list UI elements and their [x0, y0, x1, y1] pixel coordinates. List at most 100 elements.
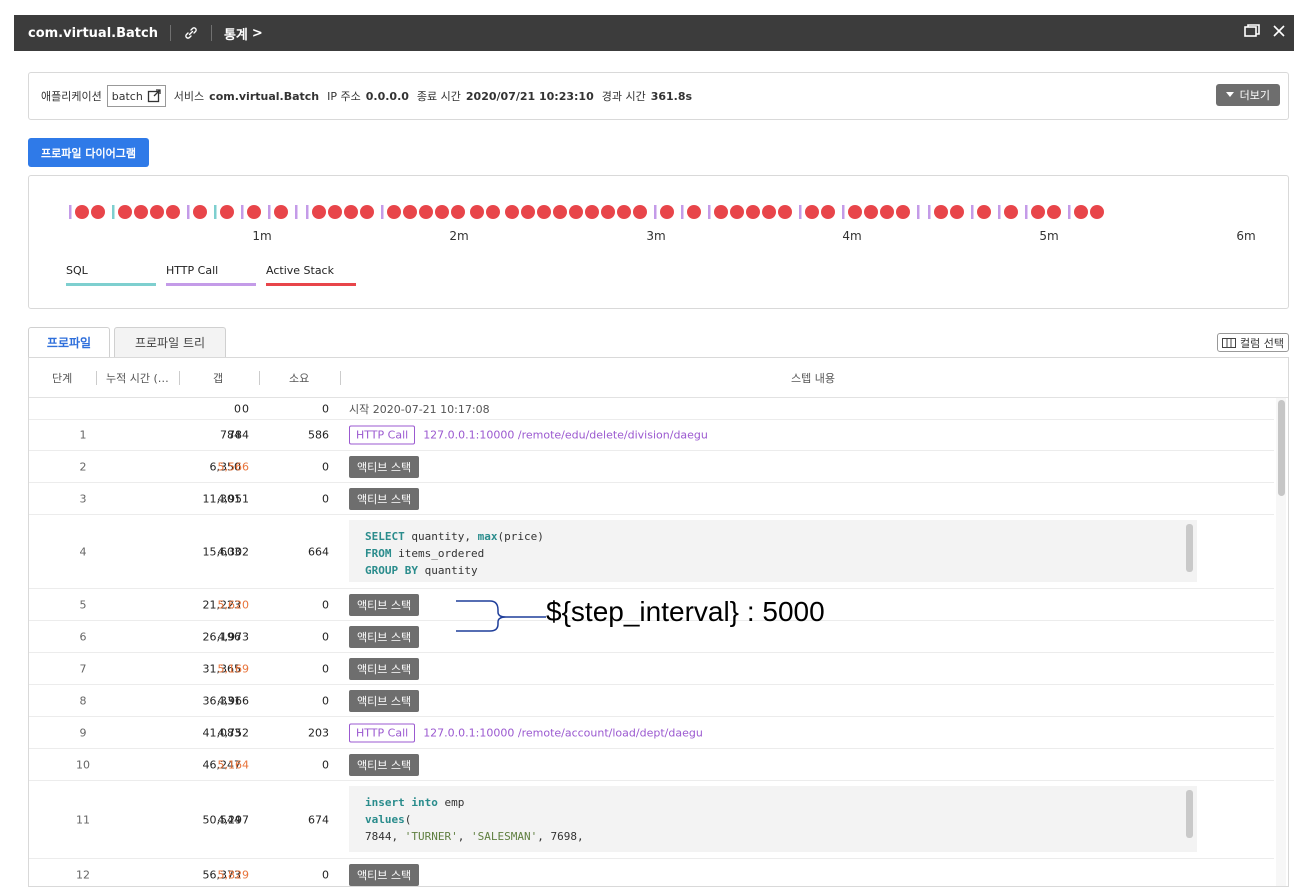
- active-stack-mark[interactable]: [166, 205, 180, 219]
- active-stack-button[interactable]: 액티브 스택: [349, 487, 420, 510]
- active-stack-mark[interactable]: [687, 205, 701, 219]
- active-stack-mark[interactable]: [934, 205, 948, 219]
- active-stack-button[interactable]: 액티브 스택: [349, 625, 420, 648]
- active-stack-mark[interactable]: [896, 205, 910, 219]
- active-stack-mark[interactable]: [746, 205, 760, 219]
- active-stack-mark[interactable]: [387, 205, 401, 219]
- sql-mark[interactable]: [214, 205, 217, 219]
- http-call-mark[interactable]: [69, 205, 72, 219]
- table-row[interactable]: 3 11,301 4,951 0 액티브 스택: [29, 483, 1274, 515]
- http-call-badge[interactable]: HTTP Call: [349, 425, 416, 445]
- active-stack-button[interactable]: 액티브 스택: [349, 593, 420, 616]
- header-step[interactable]: 단계: [52, 370, 72, 386]
- http-call-mark[interactable]: [799, 205, 802, 219]
- active-stack-mark[interactable]: [569, 205, 583, 219]
- http-call-mark[interactable]: [1025, 205, 1028, 219]
- more-button[interactable]: 더보기: [1215, 84, 1280, 106]
- active-stack-mark[interactable]: [419, 205, 433, 219]
- table-row[interactable]: 12 56,373 5,829 0 액티브 스택: [29, 859, 1274, 886]
- http-call-mark[interactable]: [381, 205, 384, 219]
- active-stack-mark[interactable]: [505, 205, 519, 219]
- http-call-mark[interactable]: [187, 205, 190, 219]
- active-stack-button[interactable]: 액티브 스택: [349, 455, 420, 478]
- active-stack-button[interactable]: 액티브 스택: [349, 657, 420, 680]
- active-stack-mark[interactable]: [274, 205, 288, 219]
- table-row[interactable]: 8 36,331 4,966 0 액티브 스택: [29, 685, 1274, 717]
- restore-window-icon[interactable]: [1244, 24, 1260, 41]
- active-stack-mark[interactable]: [150, 205, 164, 219]
- http-call-mark[interactable]: [917, 205, 920, 219]
- active-stack-mark[interactable]: [660, 205, 674, 219]
- active-stack-mark[interactable]: [470, 205, 484, 219]
- profile-diagram-button[interactable]: 프로파일 다이어그램: [28, 138, 149, 167]
- active-stack-mark[interactable]: [1047, 205, 1061, 219]
- sql-query-box[interactable]: insert into emp values(7844, 'TURNER', 'S…: [349, 786, 1197, 852]
- active-stack-mark[interactable]: [821, 205, 835, 219]
- active-stack-mark[interactable]: [312, 205, 326, 219]
- http-call-mark[interactable]: [998, 205, 1001, 219]
- active-stack-mark[interactable]: [403, 205, 417, 219]
- tab-profile-tree[interactable]: 프로파일 트리: [114, 327, 226, 357]
- active-stack-mark[interactable]: [360, 205, 374, 219]
- header-duration[interactable]: 소요: [289, 370, 309, 386]
- http-call-mark[interactable]: [654, 205, 657, 219]
- http-call-mark[interactable]: [1068, 205, 1071, 219]
- http-call-mark[interactable]: [842, 205, 845, 219]
- stats-link[interactable]: 통계 >: [224, 24, 263, 43]
- link-icon[interactable]: [183, 25, 199, 41]
- table-row[interactable]: 10 46,247 5,164 0 액티브 스택: [29, 749, 1274, 781]
- http-call-mark[interactable]: [681, 205, 684, 219]
- active-stack-mark[interactable]: [1031, 205, 1045, 219]
- active-stack-mark[interactable]: [1090, 205, 1104, 219]
- active-stack-mark[interactable]: [1004, 205, 1018, 219]
- active-stack-mark[interactable]: [521, 205, 535, 219]
- http-call-mark[interactable]: [295, 205, 298, 219]
- active-stack-button[interactable]: 액티브 스택: [349, 689, 420, 712]
- close-icon[interactable]: [1272, 24, 1286, 41]
- sql-scrollbar[interactable]: [1186, 524, 1193, 572]
- tab-profile[interactable]: 프로파일: [28, 327, 110, 357]
- active-stack-mark[interactable]: [537, 205, 551, 219]
- sql-scrollbar[interactable]: [1186, 790, 1193, 838]
- active-stack-mark[interactable]: [435, 205, 449, 219]
- active-stack-button[interactable]: 액티브 스택: [349, 863, 420, 886]
- active-stack-mark[interactable]: [601, 205, 615, 219]
- table-row[interactable]: 4 15,603 4,302 664 SELECT quantity, max(pric…: [29, 515, 1274, 589]
- http-call-mark[interactable]: [268, 205, 271, 219]
- active-stack-mark[interactable]: [730, 205, 744, 219]
- active-stack-mark[interactable]: [220, 205, 234, 219]
- active-stack-mark[interactable]: [75, 205, 89, 219]
- header-content[interactable]: 스텝 내용: [791, 370, 835, 386]
- active-stack-mark[interactable]: [848, 205, 862, 219]
- http-call-mark[interactable]: [928, 205, 931, 219]
- active-stack-mark[interactable]: [1074, 205, 1088, 219]
- active-stack-mark[interactable]: [486, 205, 500, 219]
- http-call-mark[interactable]: [241, 205, 244, 219]
- table-row[interactable]: 2 6,350 5,566 0 액티브 스택: [29, 451, 1274, 483]
- table-scrollbar-thumb[interactable]: [1278, 400, 1285, 496]
- active-stack-button[interactable]: 액티브 스택: [349, 753, 420, 776]
- active-stack-mark[interactable]: [880, 205, 894, 219]
- http-call-mark[interactable]: [708, 205, 711, 219]
- active-stack-mark[interactable]: [328, 205, 342, 219]
- table-row[interactable]: 1 784 784 586 HTTP Call 127.0.0.1:10000 /remo…: [29, 420, 1274, 451]
- active-stack-mark[interactable]: [950, 205, 964, 219]
- table-row[interactable]: 7 31,365 5,169 0 액티브 스택: [29, 653, 1274, 685]
- http-call-badge[interactable]: HTTP Call: [349, 723, 416, 742]
- active-stack-mark[interactable]: [451, 205, 465, 219]
- active-stack-mark[interactable]: [778, 205, 792, 219]
- active-stack-mark[interactable]: [344, 205, 358, 219]
- active-stack-mark[interactable]: [91, 205, 105, 219]
- active-stack-mark[interactable]: [805, 205, 819, 219]
- table-row[interactable]: 11 50,544 4,297 674 insert into emp values(78…: [29, 781, 1274, 859]
- http-call-mark[interactable]: [971, 205, 974, 219]
- active-stack-mark[interactable]: [134, 205, 148, 219]
- active-stack-mark[interactable]: [193, 205, 207, 219]
- http-call-mark[interactable]: [306, 205, 309, 219]
- active-stack-mark[interactable]: [762, 205, 776, 219]
- sql-mark[interactable]: [112, 205, 115, 219]
- active-stack-mark[interactable]: [247, 205, 261, 219]
- active-stack-mark[interactable]: [553, 205, 567, 219]
- active-stack-mark[interactable]: [633, 205, 647, 219]
- table-row[interactable]: 9 41,083 4,752 203 HTTP Call 127.0.0.1:10000 …: [29, 717, 1274, 749]
